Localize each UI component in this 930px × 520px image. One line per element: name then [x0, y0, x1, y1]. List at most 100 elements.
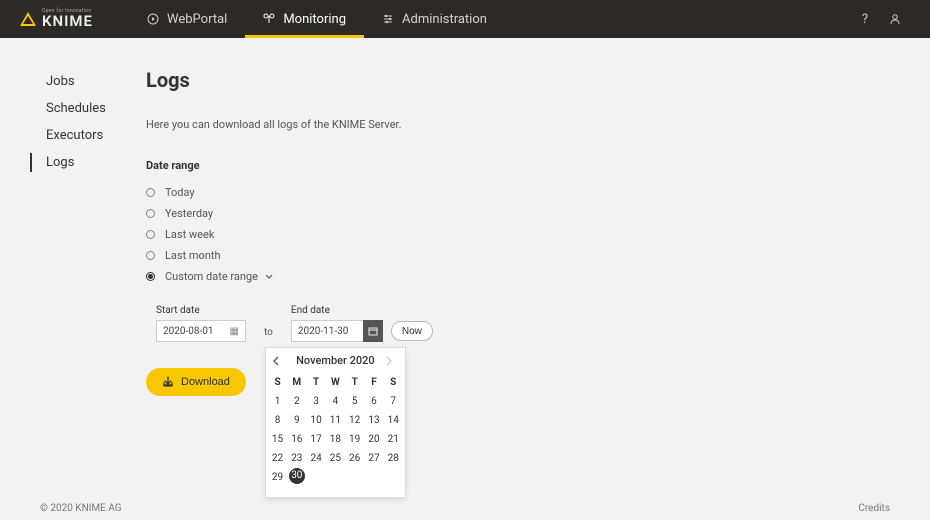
user-icon[interactable] [880, 13, 910, 25]
date-range-options: Today Yesterday Last week Last month Cus… [146, 182, 892, 287]
calendar-dow: S [384, 373, 403, 392]
calendar-day[interactable]: 9 [287, 411, 306, 430]
calendar-day[interactable]: 14 [384, 411, 403, 430]
topnav-webportal[interactable]: WebPortal [129, 0, 245, 38]
calendar-prev-button[interactable] [272, 356, 286, 366]
sidebar-item-logs[interactable]: Logs [40, 149, 146, 176]
sidebar-item-schedules[interactable]: Schedules [40, 95, 146, 122]
calendar-day[interactable]: 30 [289, 468, 305, 484]
sidebar-item-executors[interactable]: Executors [40, 122, 146, 149]
date-to-label: to [264, 327, 273, 338]
calendar-day[interactable]: 1 [268, 392, 287, 411]
radio-label: Yesterday [165, 207, 213, 220]
calendar-day[interactable]: 4 [326, 392, 345, 411]
radio-last-month[interactable]: Last month [146, 245, 892, 266]
sidebar: Jobs Schedules Executors Logs [40, 68, 146, 396]
radio-today[interactable]: Today [146, 182, 892, 203]
page-description: Here you can download all logs of the KN… [146, 118, 892, 131]
calendar-day[interactable]: 12 [345, 411, 364, 430]
calendar-dow: F [364, 373, 383, 392]
radio-icon [146, 188, 155, 197]
monitor-icon [263, 13, 275, 25]
radio-label: Custom date range [165, 270, 258, 283]
calendar-day[interactable]: 19 [345, 430, 364, 449]
calendar-day[interactable]: 16 [287, 430, 306, 449]
topnav-label: Monitoring [283, 12, 346, 27]
radio-icon [146, 209, 155, 218]
sidebar-item-jobs[interactable]: Jobs [40, 68, 146, 95]
calendar-day[interactable]: 24 [306, 449, 325, 468]
credits-link[interactable]: Credits [858, 503, 890, 514]
calendar-day[interactable]: 7 [384, 392, 403, 411]
calendar-day[interactable]: 8 [268, 411, 287, 430]
calendar-day[interactable]: 10 [306, 411, 325, 430]
start-date-label: Start date [156, 305, 246, 316]
calendar-day[interactable]: 2 [287, 392, 306, 411]
end-date-value: 2020-11-30 [298, 326, 349, 337]
play-icon [147, 13, 159, 25]
calendar-day[interactable]: 18 [326, 430, 345, 449]
calendar-day[interactable]: 28 [384, 449, 403, 468]
calendar-day[interactable]: 27 [364, 449, 383, 468]
date-picker-popup: November 2020 SMTWTFS1234567891011121314… [265, 347, 406, 498]
radio-label: Last month [165, 249, 221, 262]
radio-icon [146, 251, 155, 260]
calendar-toggle-button[interactable] [363, 320, 383, 342]
end-date-label: End date [291, 305, 433, 316]
radio-label: Today [165, 186, 195, 199]
start-date-input[interactable]: 2020-08-01 ▦ [156, 320, 246, 342]
calendar-day[interactable]: 11 [326, 411, 345, 430]
topnav-label: Administration [402, 12, 487, 27]
calendar-day[interactable]: 3 [306, 392, 325, 411]
start-date-value: 2020-08-01 [163, 326, 214, 337]
calendar-dow: W [326, 373, 345, 392]
main-panel: Logs Here you can download all logs of t… [146, 68, 892, 396]
calendar-day[interactable]: 21 [384, 430, 403, 449]
radio-custom-range[interactable]: Custom date range [146, 266, 892, 287]
calendar-day[interactable]: 29 [268, 468, 287, 487]
top-bar: Open for Innovation KNIME WebPortal Moni… [0, 0, 930, 38]
topnav-label: WebPortal [167, 12, 227, 27]
chevron-down-icon [264, 273, 274, 281]
radio-icon [146, 272, 155, 281]
radio-yesterday[interactable]: Yesterday [146, 203, 892, 224]
calendar-day[interactable]: 17 [306, 430, 325, 449]
calendar-day[interactable]: 26 [345, 449, 364, 468]
sidebar-label: Schedules [46, 101, 106, 116]
calendar-day[interactable]: 20 [364, 430, 383, 449]
calendar-day[interactable]: 22 [268, 449, 287, 468]
calendar-day[interactable]: 25 [326, 449, 345, 468]
radio-last-week[interactable]: Last week [146, 224, 892, 245]
admin-icon [382, 13, 394, 25]
calendar-dow: M [287, 373, 306, 392]
page-title: Logs [146, 68, 892, 92]
calendar-icon: ▦ [230, 326, 239, 337]
calendar-dow: T [345, 373, 364, 392]
calendar-dow: T [306, 373, 325, 392]
radio-icon [146, 230, 155, 239]
download-button[interactable]: Download [146, 368, 246, 396]
download-icon [162, 376, 174, 388]
calendar-day[interactable]: 23 [287, 449, 306, 468]
sidebar-label: Executors [46, 128, 103, 143]
end-date-input[interactable]: 2020-11-30 [291, 320, 363, 342]
calendar-dow: S [268, 373, 287, 392]
calendar-icon [368, 326, 378, 336]
calendar-day[interactable]: 5 [345, 392, 364, 411]
help-icon[interactable]: ? [850, 12, 880, 27]
sidebar-label: Jobs [46, 74, 75, 89]
sidebar-label: Logs [46, 155, 74, 170]
now-button[interactable]: Now [391, 321, 433, 341]
topnav-administration[interactable]: Administration [364, 0, 505, 38]
calendar-grid: SMTWTFS123456789101112131415161718192021… [266, 371, 405, 497]
footer: © 2020 KNIME AG Credits [0, 496, 930, 520]
calendar-day[interactable]: 15 [268, 430, 287, 449]
topnav-monitoring[interactable]: Monitoring [245, 0, 364, 38]
calendar-day[interactable]: 13 [364, 411, 383, 430]
calendar-next-button[interactable] [385, 356, 399, 366]
calendar-day[interactable]: 6 [364, 392, 383, 411]
copyright: © 2020 KNIME AG [40, 503, 122, 514]
download-label: Download [181, 376, 230, 388]
brand-logo[interactable]: Open for Innovation KNIME [20, 9, 93, 29]
brand-name: KNIME [42, 14, 93, 29]
